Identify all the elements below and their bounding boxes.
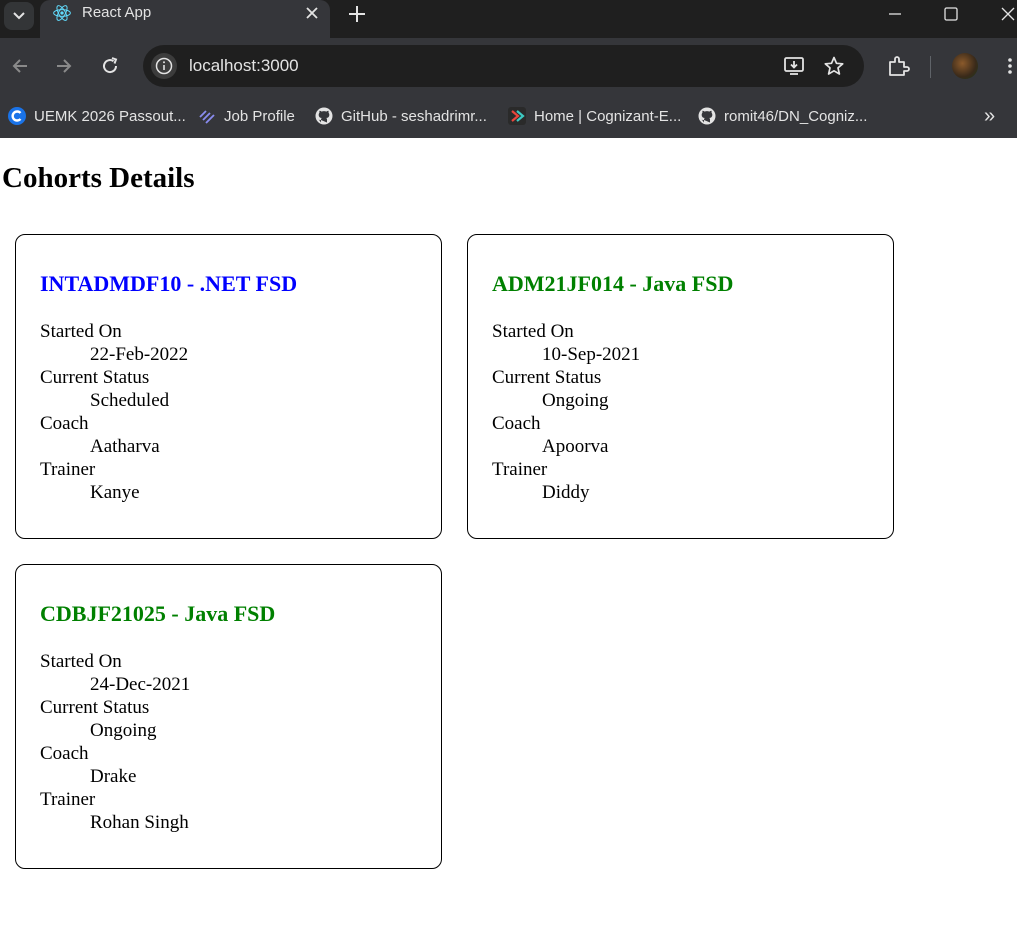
cohort-title: CDBJF21025 - Java FSD bbox=[40, 601, 276, 626]
github-icon bbox=[315, 107, 333, 125]
chevron-down-icon bbox=[13, 12, 25, 20]
started-on-value: 10-Sep-2021 bbox=[542, 344, 641, 365]
trainer-value: Diddy bbox=[542, 482, 590, 503]
cohort-details: Started On 10-Sep-2021 Current Status On… bbox=[492, 320, 640, 504]
coach-value: Apoorva bbox=[542, 436, 609, 457]
current-status-value: Scheduled bbox=[90, 390, 170, 411]
current-status-label: Current Status bbox=[40, 697, 150, 718]
back-arrow-icon[interactable] bbox=[10, 56, 30, 76]
cohort-title: INTADMDF10 - .NET FSD bbox=[40, 271, 298, 296]
url-text: localhost:3000 bbox=[189, 56, 299, 75]
maximize-icon bbox=[944, 7, 958, 21]
github-icon bbox=[698, 107, 716, 125]
close-window-button[interactable] bbox=[985, 0, 1017, 28]
double-chevron-right-icon: » bbox=[984, 104, 996, 127]
bookmarks-overflow-button[interactable]: » bbox=[984, 104, 995, 128]
layers-icon bbox=[199, 110, 215, 124]
current-status-value: Ongoing bbox=[90, 720, 157, 741]
tab-search-button[interactable] bbox=[4, 2, 34, 30]
current-status-label: Current Status bbox=[40, 367, 150, 388]
tab-strip: React App bbox=[0, 0, 1017, 38]
cohort-card: CDBJF21025 - Java FSD Started On 24-Dec-… bbox=[15, 564, 442, 869]
bookmark-item[interactable]: UEMK 2026 Passout... bbox=[8, 104, 186, 128]
extensions-icon[interactable] bbox=[886, 54, 910, 78]
current-status-label: Current Status bbox=[492, 367, 602, 388]
react-logo-icon bbox=[53, 5, 71, 21]
more-menu-icon[interactable] bbox=[1000, 56, 1017, 76]
minimize-button[interactable] bbox=[872, 0, 918, 28]
started-on-label: Started On bbox=[40, 321, 122, 342]
cohort-card: ADM21JF014 - Java FSD Started On 10-Sep-… bbox=[467, 234, 894, 539]
close-icon[interactable] bbox=[303, 4, 321, 22]
bookmark-item[interactable]: Home | Cognizant-E... bbox=[508, 104, 681, 128]
tab-title: React App bbox=[82, 4, 152, 21]
started-on-value: 22-Feb-2022 bbox=[90, 344, 189, 365]
bookmarks-bar: UEMK 2026 Passout... Job Profile GitHub … bbox=[0, 94, 1017, 138]
forward-arrow-icon[interactable] bbox=[54, 56, 74, 76]
new-tab-plus-icon[interactable] bbox=[346, 3, 368, 25]
profile-avatar[interactable] bbox=[952, 53, 978, 79]
cohort-title: ADM21JF014 - Java FSD bbox=[492, 271, 734, 296]
coach-value: Drake bbox=[90, 766, 137, 787]
current-status-value: Ongoing bbox=[542, 390, 609, 411]
cohort-details: Started On 22-Feb-2022 Current Status Sc… bbox=[40, 320, 188, 504]
cohort-details: Started On 24-Dec-2021 Current Status On… bbox=[40, 650, 190, 834]
trainer-value: Rohan Singh bbox=[90, 812, 189, 833]
started-on-value: 24-Dec-2021 bbox=[90, 674, 191, 695]
coach-label: Coach bbox=[492, 413, 541, 434]
trainer-label: Trainer bbox=[492, 459, 548, 480]
started-on-label: Started On bbox=[492, 321, 574, 342]
browser-toolbar: localhost:3000 bbox=[0, 38, 1017, 94]
minimize-icon bbox=[889, 13, 901, 15]
bookmark-star-icon[interactable] bbox=[823, 55, 845, 77]
install-app-icon[interactable] bbox=[783, 55, 805, 77]
bookmark-item[interactable]: Job Profile bbox=[198, 104, 295, 128]
c-logo-icon bbox=[8, 107, 26, 125]
reload-icon[interactable] bbox=[100, 56, 120, 76]
address-bar[interactable]: localhost:3000 bbox=[143, 45, 864, 87]
coach-label: Coach bbox=[40, 743, 89, 764]
page-title: Cohorts Details bbox=[2, 162, 195, 194]
bookmark-item[interactable]: GitHub - seshadrimr... bbox=[315, 104, 487, 128]
coach-label: Coach bbox=[40, 413, 89, 434]
tab-react-app[interactable]: React App bbox=[40, 0, 330, 38]
toolbar-divider bbox=[930, 56, 931, 78]
maximize-button[interactable] bbox=[928, 0, 974, 28]
trainer-label: Trainer bbox=[40, 459, 96, 480]
cognizant-icon bbox=[508, 107, 526, 125]
trainer-value: Kanye bbox=[90, 482, 140, 503]
cohort-card: INTADMDF10 - .NET FSD Started On 22-Feb-… bbox=[15, 234, 442, 539]
bookmark-item[interactable]: romit46/DN_Cogniz... bbox=[698, 104, 867, 128]
trainer-label: Trainer bbox=[40, 789, 96, 810]
close-window-icon bbox=[1001, 7, 1015, 21]
coach-value: Aatharva bbox=[90, 436, 160, 457]
started-on-label: Started On bbox=[40, 651, 122, 672]
site-info-icon[interactable] bbox=[151, 53, 177, 79]
